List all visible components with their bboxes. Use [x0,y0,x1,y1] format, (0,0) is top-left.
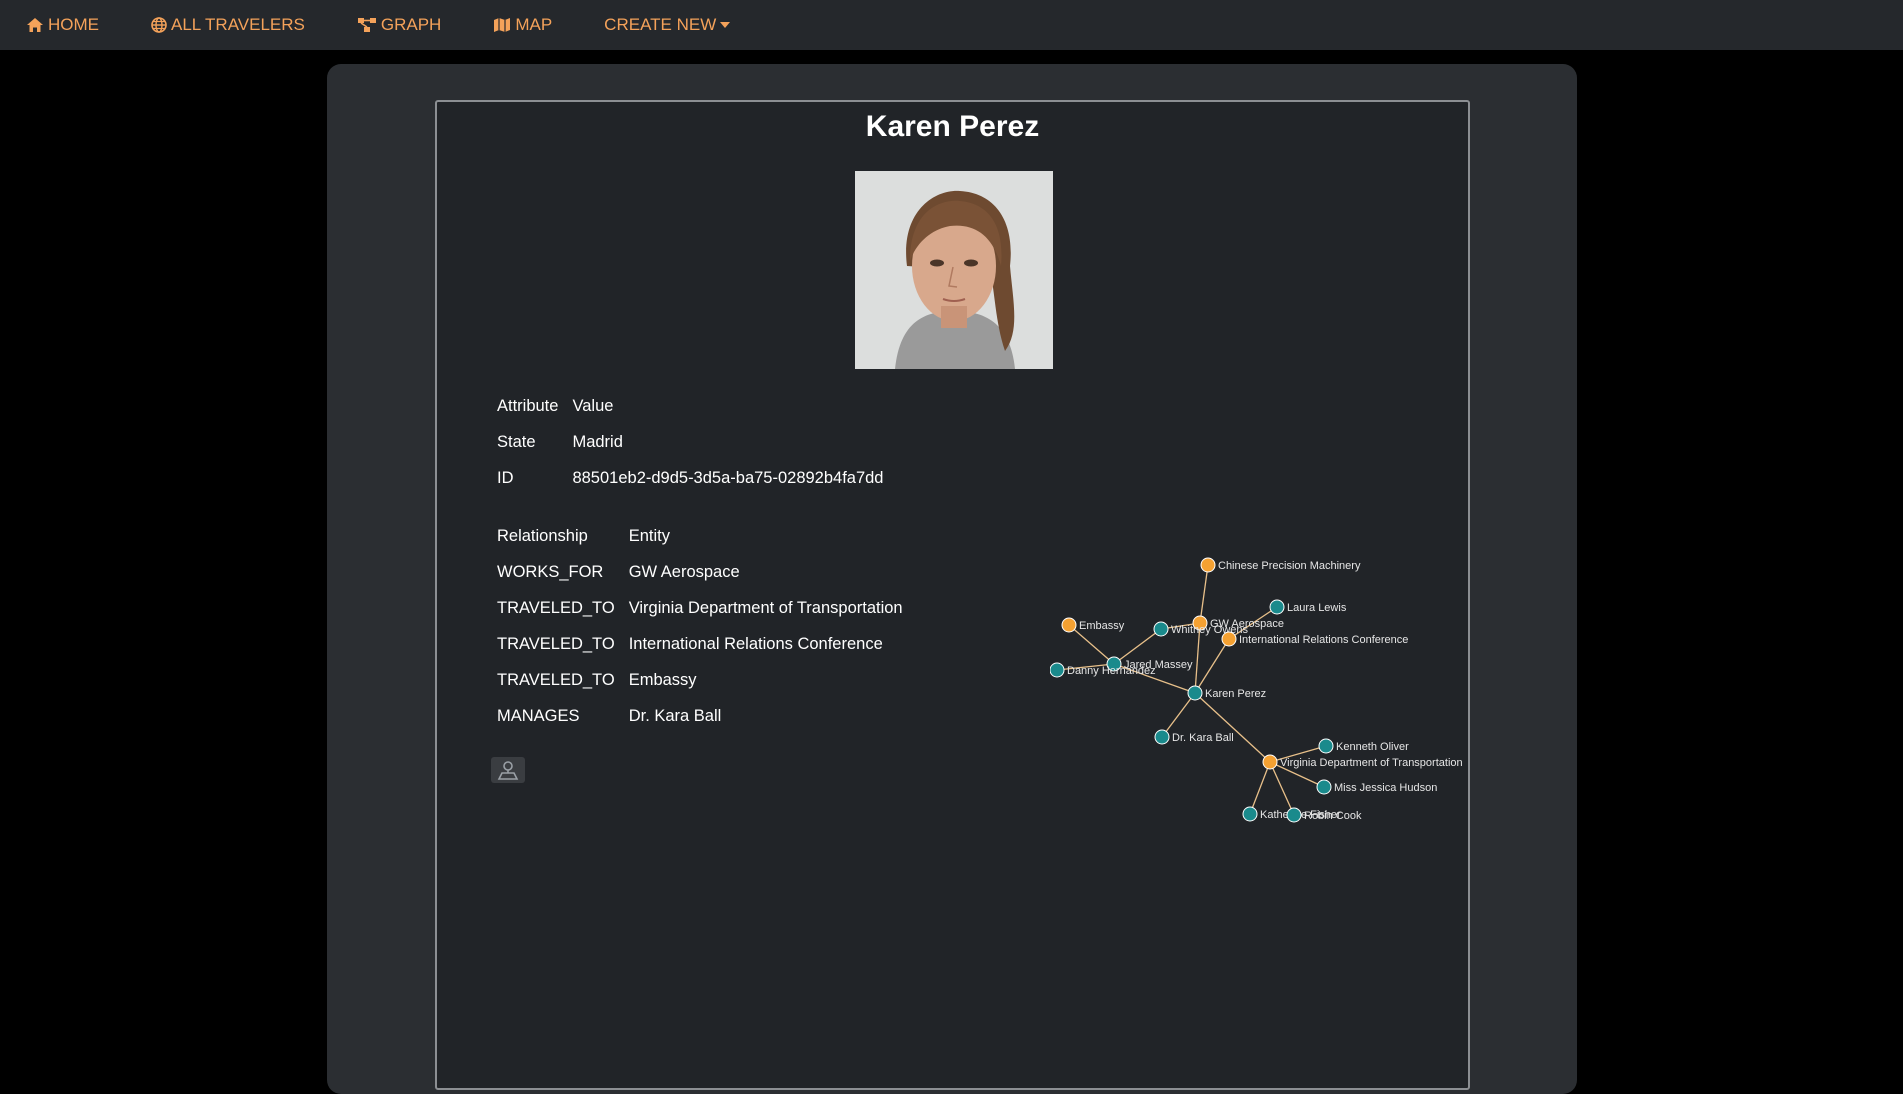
graph-node[interactable]: Kenneth Oliver [1318,738,1409,754]
graph-node-circle[interactable] [1316,779,1332,795]
home-icon [27,18,43,32]
relationship-entity: Virginia Department of Transportation [628,598,903,617]
table-row: TRAVELED_TO International Relations Conf… [497,626,903,662]
nav-all-travelers[interactable]: ALL TRAVELERS [151,15,305,35]
relationship-entity: Embassy [628,670,697,689]
sitemap-icon [357,18,376,32]
relationship-type: WORKS_FOR [497,562,604,581]
table-row: TRAVELED_TO Virginia Department of Trans… [497,590,903,626]
nav-create-new-dropdown[interactable]: CREATE NEW [604,15,734,35]
map-pin-person-icon [497,761,519,780]
column-header: Attribute [497,396,559,415]
show-on-map-button[interactable] [491,757,525,783]
graph-node-label: International Relations Conference [1239,634,1408,646]
attribute-value: 88501eb2-d9d5-3d5a-ba75-02892b4fa7dd [572,468,884,487]
graph-node-label: Danny Hernandez [1067,665,1156,677]
relationship-entity: Dr. Kara Ball [628,706,722,725]
graph-node-label: Embassy [1079,620,1125,632]
graph-node-label: Dr. Kara Ball [1172,732,1234,744]
graph-node-label: Whitney Owens [1171,624,1249,636]
table-row: MANAGES Dr. Kara Ball [497,698,903,734]
nav-graph[interactable]: GRAPH [357,15,441,35]
graph-node-circle[interactable] [1200,557,1216,573]
graph-edge [1249,761,1271,815]
map-icon [494,18,511,32]
caret-down-icon [720,22,731,28]
top-navbar: HOME ALL TRAVELERS GRAPH MAP CREATE NEW [0,0,1903,50]
graph-node-circle[interactable] [1269,599,1285,615]
relationship-type: TRAVELED_TO [497,670,615,689]
nav-map-label: MAP [515,15,553,34]
relationship-type: TRAVELED_TO [497,634,615,653]
graph-node-circle[interactable] [1242,806,1258,822]
graph-node[interactable]: Karen Perez [1187,685,1266,701]
relationship-entity: GW Aerospace [628,562,740,581]
table-header-row: Relationship Entity [497,518,903,554]
globe-icon [151,17,167,33]
attribute-value: Madrid [572,432,623,451]
graph-node-label: Laura Lewis [1287,602,1347,614]
relationships-table: Relationship Entity WORKS_FOR GW Aerospa… [497,518,903,734]
portrait-image [855,171,1053,369]
relationship-type: TRAVELED_TO [497,598,615,617]
graph-edge [1269,761,1295,816]
table-row: WORKS_FOR GW Aerospace [497,554,903,590]
graph-node[interactable]: Dr. Kara Ball [1154,729,1234,745]
graph-node-circle[interactable] [1262,754,1278,770]
relationship-entity: International Relations Conference [628,634,883,653]
attributes-table: Attribute Value State Madrid ID 88501eb2… [497,388,884,496]
graph-node[interactable]: Chinese Precision Machinery [1200,557,1361,573]
table-row: TRAVELED_TO Embassy [497,662,903,698]
graph-edge [1194,692,1271,763]
table-header-row: Attribute Value [497,388,884,424]
graph-node-label: Virginia Department of Transportation [1280,757,1463,769]
graph-edge [1199,564,1209,624]
traveler-name: Karen Perez [865,110,1040,143]
nav-home[interactable]: HOME [26,15,99,35]
graph-node[interactable]: International Relations Conference [1221,631,1408,647]
graph-edge [1161,692,1196,738]
graph-node[interactable]: Miss Jessica Hudson [1316,779,1437,795]
nav-map[interactable]: MAP [493,15,552,35]
column-header: Relationship [497,526,588,545]
graph-node-circle[interactable] [1286,807,1302,823]
graph-node[interactable]: Danny Hernandez [1050,662,1156,678]
nav-create-new-label: CREATE NEW [604,15,717,34]
nav-graph-label: GRAPH [380,15,442,34]
graph-node-label: Kenneth Oliver [1336,741,1409,753]
graph-node-circle[interactable] [1153,621,1169,637]
graph-node[interactable]: Laura Lewis [1269,599,1347,615]
graph-node[interactable]: Embassy [1061,617,1125,633]
column-header: Entity [628,526,670,545]
graph-node-circle[interactable] [1050,662,1065,678]
graph-node-circle[interactable] [1187,685,1203,701]
traveler-photo [855,171,1053,369]
graph-node-label: Robin Cook [1304,810,1362,822]
attribute-name: State [497,432,536,451]
graph-node-circle[interactable] [1061,617,1077,633]
graph-node[interactable]: Robin Cook [1286,807,1362,823]
graph-node-circle[interactable] [1318,738,1334,754]
graph-node-label: Chinese Precision Machinery [1218,560,1361,572]
relationship-graph[interactable]: Chinese Precision MachineryLaura LewisGW… [1050,550,1470,830]
graph-node-circle[interactable] [1221,631,1237,647]
graph-node-circle[interactable] [1154,729,1170,745]
table-row: ID 88501eb2-d9d5-3d5a-ba75-02892b4fa7dd [497,460,884,496]
table-row: State Madrid [497,424,884,460]
graph-node-label: Miss Jessica Hudson [1334,782,1437,794]
column-header: Value [572,396,614,415]
graph-node-label: Karen Perez [1205,688,1266,700]
nav-all-travelers-label: ALL TRAVELERS [171,15,305,34]
attribute-name: ID [497,468,514,487]
graph-node[interactable]: Virginia Department of Transportation [1262,754,1463,770]
relationship-type: MANAGES [497,706,580,725]
graph-edge [1194,638,1230,694]
nav-home-label: HOME [48,15,99,34]
